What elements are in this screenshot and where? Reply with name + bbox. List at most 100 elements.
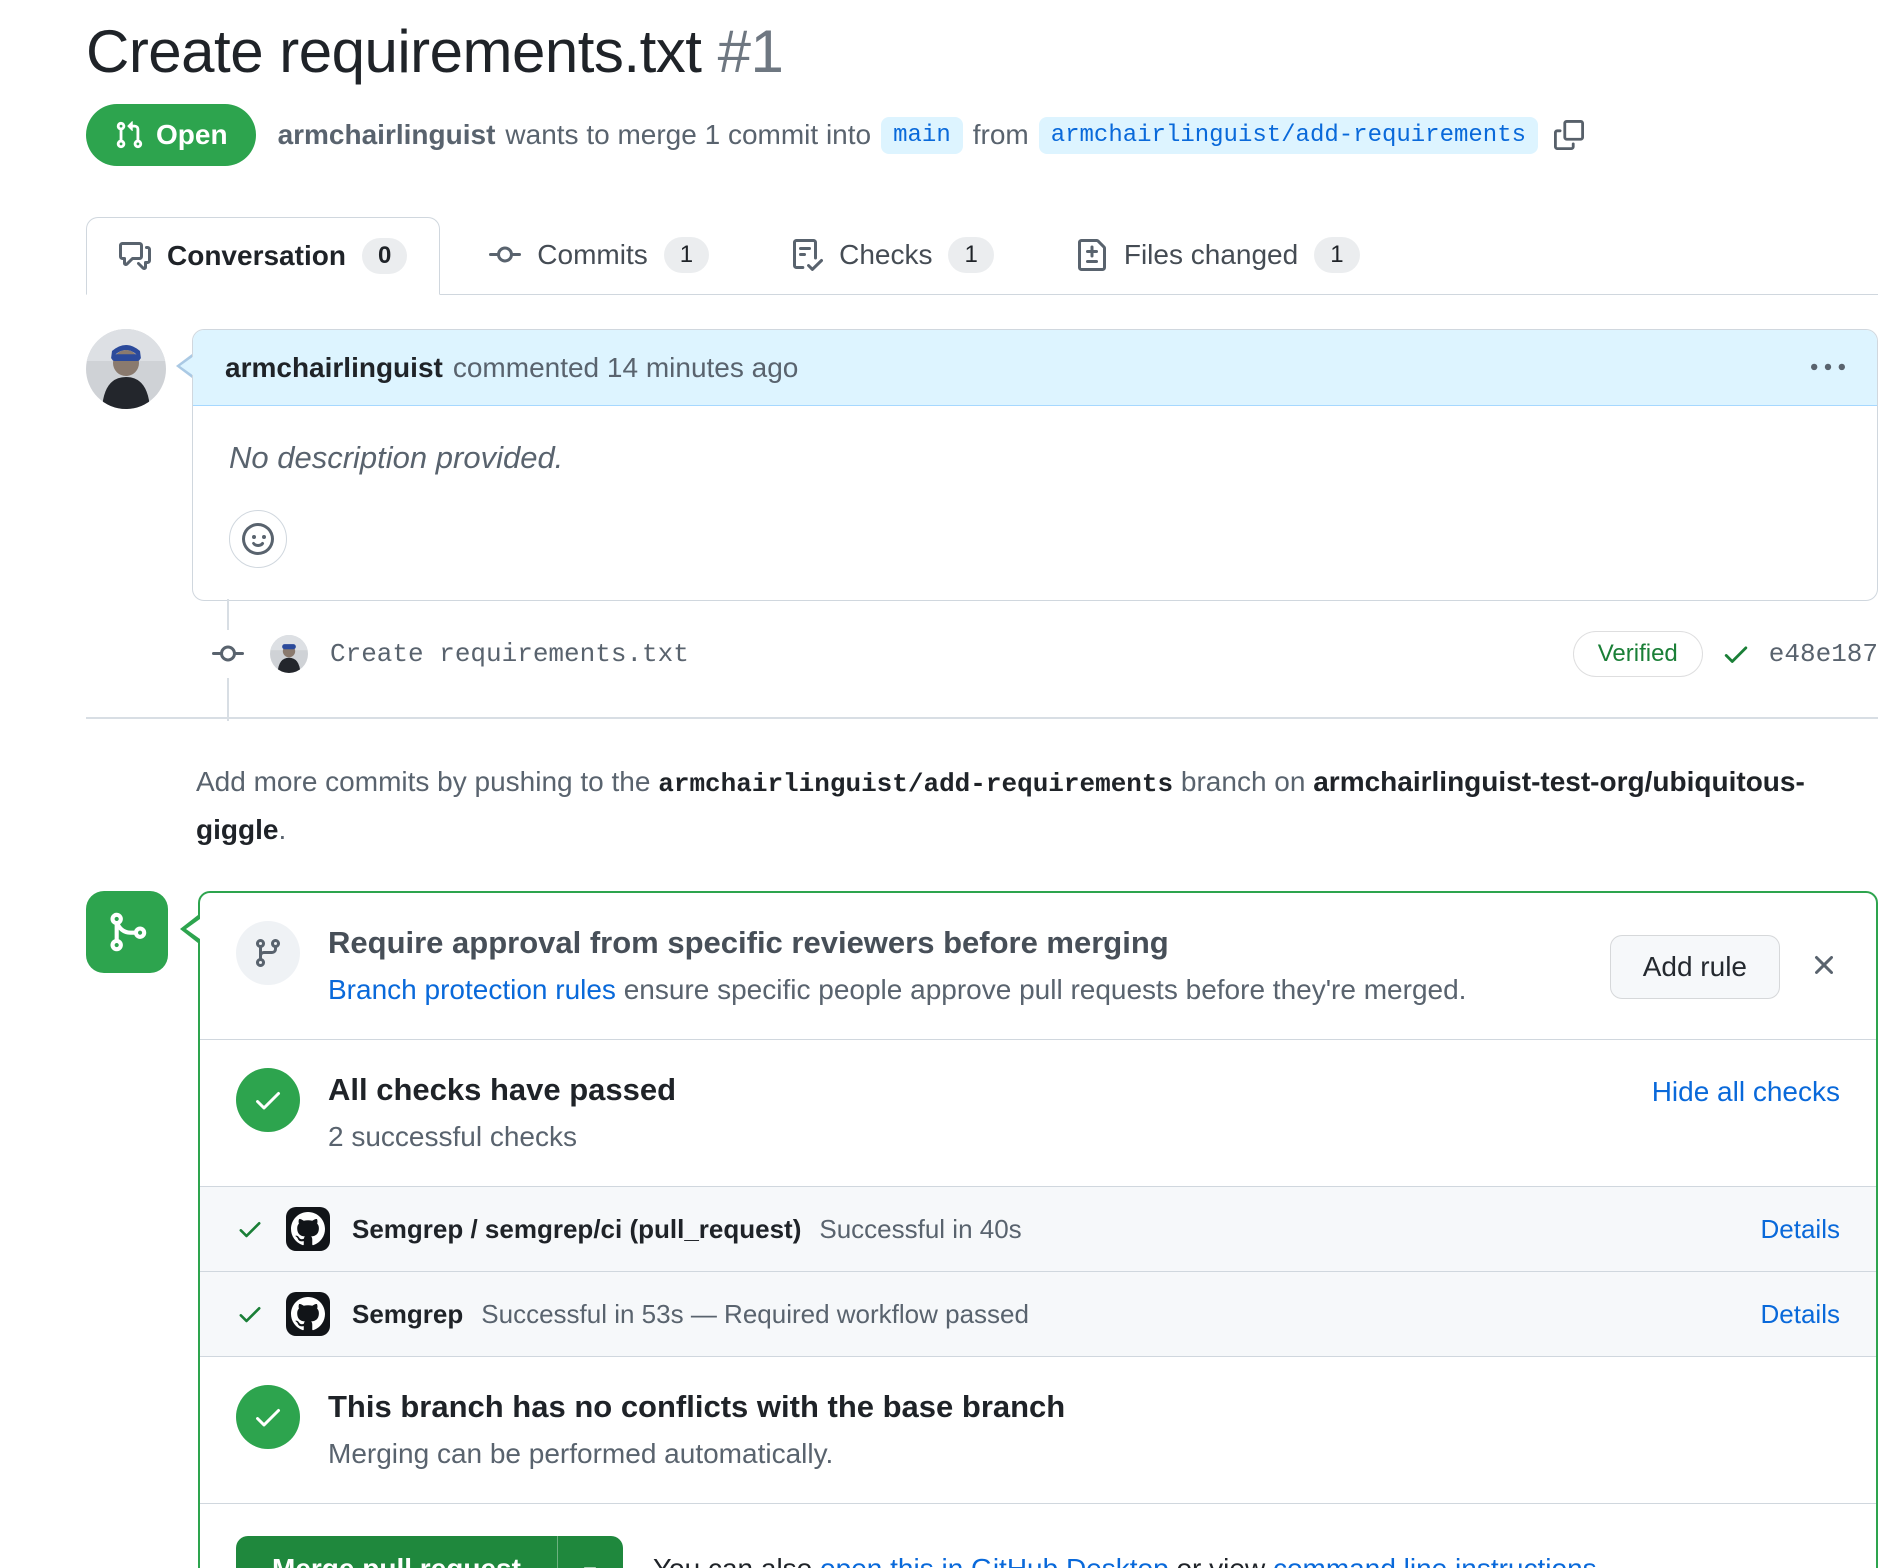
push-note: Add more commits by pushing to the armch… [196, 759, 1878, 853]
checks-summary-title: All checks have passed [328, 1068, 1652, 1112]
triangle-down-icon [577, 1556, 603, 1568]
comment-meta: commented 14 minutes ago [453, 352, 799, 384]
github-mark-icon [286, 1207, 330, 1251]
merge-also-middle: or view [1176, 1553, 1265, 1568]
pr-state-badge: Open [86, 104, 256, 166]
tab-count: 0 [362, 238, 407, 274]
base-branch-label[interactable]: main [881, 117, 963, 154]
pr-title-text: Create requirements.txt [86, 18, 701, 85]
check-icon [236, 1215, 264, 1243]
tab-count: 1 [1314, 237, 1359, 273]
timeline-comment: armchairlinguist commented 14 minutes ag… [86, 329, 1878, 601]
git-branch-icon [236, 921, 300, 985]
merge-action-bar: Merge pull request You can also open thi… [200, 1504, 1876, 1568]
merge-area: Require approval from specific reviewers… [86, 891, 1878, 1568]
dismiss-protection-button[interactable] [1808, 949, 1840, 981]
branch-protection-desc: Branch protection rules ensure specific … [328, 969, 1586, 1011]
no-conflicts-text: This branch has no conflicts with the ba… [328, 1385, 1840, 1475]
comment-body: No description provided. [193, 406, 1877, 600]
avatar-image [86, 329, 166, 409]
push-note-text: Add more commits by pushing to the [196, 766, 650, 797]
comment-options-button[interactable] [1811, 351, 1845, 385]
merge-also-prefix: You can also [653, 1553, 812, 1568]
timeline-divider [86, 717, 1878, 719]
hide-all-checks-link[interactable]: Hide all checks [1652, 1076, 1840, 1108]
branch-protection-section: Require approval from specific reviewers… [200, 893, 1876, 1040]
smiley-icon [242, 523, 274, 555]
tab-files-changed[interactable]: Files changed 1 [1043, 216, 1393, 294]
push-note-branch: armchairlinguist/add-requirements [658, 769, 1173, 799]
comment-author-link[interactable]: armchairlinguist [225, 352, 443, 384]
git-merge-icon [86, 891, 168, 973]
commit-sha-link[interactable]: e48e187 [1769, 639, 1878, 669]
tab-conversation[interactable]: Conversation 0 [86, 217, 440, 295]
merge-button-group: Merge pull request [236, 1536, 623, 1568]
merge-text: wants to merge 1 commit into [505, 119, 871, 151]
checks-summary-section: All checks have passed 2 successful chec… [200, 1040, 1876, 1187]
copy-icon [1554, 120, 1584, 150]
branch-protection-title: Require approval from specific reviewers… [328, 921, 1586, 965]
no-conflicts-title: This branch has no conflicts with the ba… [328, 1385, 1840, 1429]
timeline-commit: Create requirements.txt Verified e48e187 [86, 617, 1878, 691]
checks-summary-subtitle: 2 successful checks [328, 1116, 1652, 1158]
branch-protection-rules-link[interactable]: Branch protection rules [328, 974, 616, 1005]
commit-message-link[interactable]: Create requirements.txt [330, 639, 689, 669]
pr-author-link[interactable]: armchairlinguist [278, 119, 496, 151]
checklist-icon [791, 239, 823, 271]
merge-status-box: Require approval from specific reviewers… [198, 891, 1878, 1568]
details-link[interactable]: Details [1761, 1214, 1840, 1245]
head-branch-label[interactable]: armchairlinguist/add-requirements [1039, 117, 1538, 154]
checks-summary-text: All checks have passed 2 successful chec… [328, 1068, 1652, 1158]
branch-protection-text: Require approval from specific reviewers… [328, 921, 1586, 1011]
check-row: Semgrep / semgrep/ci (pull_request) Succ… [200, 1187, 1876, 1272]
check-circle-icon [236, 1385, 300, 1449]
merge-pull-request-button[interactable]: Merge pull request [236, 1536, 557, 1568]
command-line-instructions-link[interactable]: command line instructions [1273, 1553, 1597, 1568]
tab-checks[interactable]: Checks 1 [758, 216, 1027, 294]
kebab-horizontal-icon [1811, 351, 1845, 385]
no-conflicts-section: This branch has no conflicts with the ba… [200, 1357, 1876, 1504]
check-row: Semgrep Successful in 53s — Required wor… [200, 1272, 1876, 1357]
commit-author-avatar[interactable] [270, 635, 308, 673]
check-status: Successful in 53s — Required workflow pa… [481, 1299, 1029, 1330]
check-status: Successful in 40s [819, 1214, 1021, 1245]
avatar-image [270, 635, 308, 673]
tab-count: 1 [664, 237, 709, 273]
merge-also-suffix: . [1597, 1553, 1605, 1568]
push-note-text: branch on [1181, 766, 1306, 797]
merge-text-from: from [973, 119, 1029, 151]
file-diff-icon [1076, 239, 1108, 271]
check-name: Semgrep / semgrep/ci (pull_request) [352, 1214, 801, 1245]
copy-branch-button[interactable] [1554, 120, 1584, 150]
git-commit-icon [212, 630, 244, 678]
verified-badge[interactable]: Verified [1573, 631, 1703, 677]
check-circle-icon [236, 1068, 300, 1132]
details-link[interactable]: Details [1761, 1299, 1840, 1330]
avatar[interactable] [86, 329, 166, 409]
merge-options-dropdown[interactable] [557, 1536, 623, 1568]
add-rule-button[interactable]: Add rule [1610, 935, 1780, 999]
pr-tab-nav: Conversation 0 Commits 1 Checks 1 Files … [86, 216, 1878, 295]
comment-box: armchairlinguist commented 14 minutes ag… [192, 329, 1878, 601]
tab-label: Checks [839, 239, 932, 271]
tab-commits[interactable]: Commits 1 [456, 216, 742, 294]
git-pull-request-icon [114, 120, 144, 150]
push-note-text: . [278, 814, 286, 845]
tab-count: 1 [948, 237, 993, 273]
check-icon [236, 1300, 264, 1328]
page-title: Create requirements.txt #1 [86, 16, 1878, 88]
close-icon [1808, 949, 1840, 981]
tab-label: Files changed [1124, 239, 1298, 271]
no-conflicts-subtitle: Merging can be performed automatically. [328, 1433, 1840, 1475]
check-icon [1721, 639, 1751, 669]
tab-label: Conversation [167, 240, 346, 272]
github-mark-icon [286, 1292, 330, 1336]
add-reaction-button[interactable] [229, 510, 287, 568]
git-commit-icon [489, 239, 521, 271]
comment-header: armchairlinguist commented 14 minutes ag… [193, 330, 1877, 406]
pull-request-page: Create requirements.txt #1 Open armchair… [0, 0, 1894, 1568]
commit-meta: Verified e48e187 [1573, 631, 1878, 677]
branch-protection-desc-text: ensure specific people approve pull requ… [624, 974, 1467, 1005]
pr-number: #1 [718, 18, 784, 85]
github-desktop-link[interactable]: open this in GitHub Desktop [820, 1553, 1169, 1568]
